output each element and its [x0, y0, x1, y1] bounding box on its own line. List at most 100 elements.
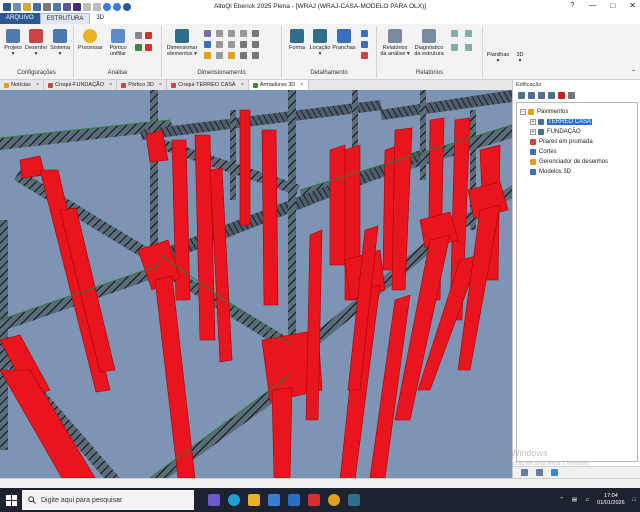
load-icon[interactable]: [204, 52, 211, 59]
copy-icon[interactable]: [538, 92, 545, 99]
floor-icon: [538, 129, 544, 135]
network-icon[interactable]: ▤: [572, 497, 577, 503]
report-icon[interactable]: [465, 30, 472, 37]
properties-icon[interactable]: [568, 92, 575, 99]
projeto-button[interactable]: Projeto ▾: [3, 29, 23, 57]
tree-node-gerenciador[interactable]: Gerenciador de desenhos: [517, 157, 637, 167]
pile-icon[interactable]: [216, 41, 223, 48]
tree-node-cortes[interactable]: Cortes: [517, 147, 637, 157]
taskbar-search-box[interactable]: Digite aqui para pesquisar: [22, 490, 194, 510]
chevron-up-icon[interactable]: ⌃: [559, 497, 564, 503]
close-tab-icon[interactable]: ×: [300, 82, 303, 88]
detail-icon[interactable]: [361, 30, 368, 37]
detail-icon[interactable]: [361, 52, 368, 59]
small-tool-icon[interactable]: [135, 32, 142, 39]
tree-node-fundacao[interactable]: + FUNDAÇÃO: [517, 127, 637, 137]
tree-node-modelos-3d[interactable]: Modelos 3D: [517, 167, 637, 177]
doc-tab-croqui-fundacao[interactable]: Croqui-FUNDAÇÃO ×: [44, 80, 118, 90]
store-icon[interactable]: [268, 494, 280, 506]
pranchas-button[interactable]: Pranchas: [332, 29, 356, 51]
small-tool-icon[interactable]: [145, 44, 152, 51]
chrome-icon[interactable]: [328, 494, 340, 506]
report-icon[interactable]: [451, 44, 458, 51]
notification-icon[interactable]: □: [633, 497, 636, 503]
dimensionar-elementos-button[interactable]: Dimensionar elementos ▾: [165, 29, 199, 57]
wall-icon[interactable]: [204, 41, 211, 48]
volume-icon[interactable]: ♫: [585, 497, 589, 503]
portico-unifilar-button[interactable]: Pórtico unifilar: [104, 29, 132, 57]
mail-icon[interactable]: [288, 494, 300, 506]
tab-3d[interactable]: 3D: [90, 13, 110, 24]
tree-label: TERREO CASA: [547, 119, 593, 125]
forma-button[interactable]: Forma: [286, 29, 308, 51]
floor-icon: [538, 119, 544, 125]
close-tab-icon[interactable]: ×: [109, 82, 112, 88]
tab-estrutura[interactable]: ESTRUTURA: [39, 13, 91, 24]
close-tab-icon[interactable]: ×: [36, 82, 39, 88]
doc-tab-noticias[interactable]: Notícias ×: [0, 80, 45, 90]
tree-node-pavimentos[interactable]: − Pavimentos: [517, 107, 637, 117]
acrobat-icon[interactable]: [308, 494, 320, 506]
windows-start-button[interactable]: [0, 488, 22, 512]
close-icon[interactable]: ✕: [629, 1, 636, 10]
processar-button[interactable]: Processar: [78, 29, 103, 51]
rebar-3d-scene[interactable]: [0, 90, 512, 478]
beam-icon[interactable]: [204, 30, 211, 37]
edit-floor-icon[interactable]: [528, 92, 535, 99]
tie-icon[interactable]: [252, 41, 259, 48]
maximize-icon[interactable]: □: [610, 1, 615, 10]
report-icon[interactable]: [451, 30, 458, 37]
collapse-icon[interactable]: −: [520, 109, 526, 115]
relatorios-analise-button[interactable]: Relatórios da análise ▾: [379, 29, 411, 57]
projeto-label: Projeto: [4, 45, 22, 51]
warning-icon[interactable]: [228, 52, 235, 59]
view-icon[interactable]: [521, 469, 528, 476]
stair-icon[interactable]: [252, 30, 259, 37]
minimize-icon[interactable]: —: [588, 1, 596, 10]
sistema-button[interactable]: Sistema ▾: [49, 29, 71, 57]
block-icon[interactable]: [228, 41, 235, 48]
doc-tab-portico-3d[interactable]: Pórtico 3D ×: [117, 80, 168, 90]
planilhas-button[interactable]: Planilhas ▾: [485, 52, 511, 64]
3d-rebar-viewport[interactable]: [0, 90, 512, 478]
report-icon[interactable]: [465, 44, 472, 51]
tree-node-pilares[interactable]: Pilares em prumada: [517, 137, 637, 147]
diagnostico-button[interactable]: Diagnóstico da estrutura: [411, 29, 447, 57]
close-tab-icon[interactable]: ×: [241, 82, 244, 88]
file-explorer-icon[interactable]: [248, 494, 260, 506]
doc-tab-armaduras-3d[interactable]: Armaduras 3D ×: [248, 80, 309, 90]
table-icon[interactable]: [252, 52, 259, 59]
link-icon[interactable]: [240, 41, 247, 48]
link-icon[interactable]: [548, 92, 555, 99]
sketch-icon: [171, 82, 177, 88]
tab-arquivo[interactable]: ARQUIVO: [0, 13, 40, 24]
layers-icon[interactable]: [536, 469, 543, 476]
eberick-icon[interactable]: [348, 494, 360, 506]
new-floor-icon[interactable]: [518, 92, 525, 99]
model-icon[interactable]: [551, 469, 558, 476]
column-icon[interactable]: [228, 30, 235, 37]
clock[interactable]: 17:04 01/01/2026: [597, 493, 625, 507]
tree-node-terreo-casa[interactable]: + TERREO CASA: [517, 117, 637, 127]
help-icon[interactable]: ?: [571, 2, 575, 10]
small-tool-icon[interactable]: [145, 32, 152, 39]
close-tab-icon[interactable]: ×: [159, 82, 162, 88]
3d-button[interactable]: 3D ▾: [513, 52, 527, 64]
slab-icon[interactable]: [216, 30, 223, 37]
edificacao-panel: Edificação − Pavimentos + TERREO CASA + …: [512, 80, 640, 478]
small-tool-icon[interactable]: [135, 44, 142, 51]
detail-icon[interactable]: [361, 41, 368, 48]
edge-icon[interactable]: [228, 494, 240, 506]
collapse-ribbon-icon[interactable]: ⌃: [631, 69, 636, 76]
widgets-icon[interactable]: [208, 494, 220, 506]
expand-icon[interactable]: +: [530, 129, 536, 135]
panel-title: Edificação: [516, 82, 542, 88]
footing-icon[interactable]: [240, 30, 247, 37]
edit-icon[interactable]: [240, 52, 247, 59]
delete-icon[interactable]: [558, 92, 565, 99]
expand-icon[interactable]: +: [530, 119, 536, 125]
rebar-icon[interactable]: [216, 52, 223, 59]
doc-tab-croqui-terreo[interactable]: Croqui-TERREO CASA ×: [167, 80, 249, 90]
locacao-button[interactable]: Locação ▾: [308, 29, 332, 57]
desenho-button[interactable]: Desenho ▾: [25, 29, 47, 57]
